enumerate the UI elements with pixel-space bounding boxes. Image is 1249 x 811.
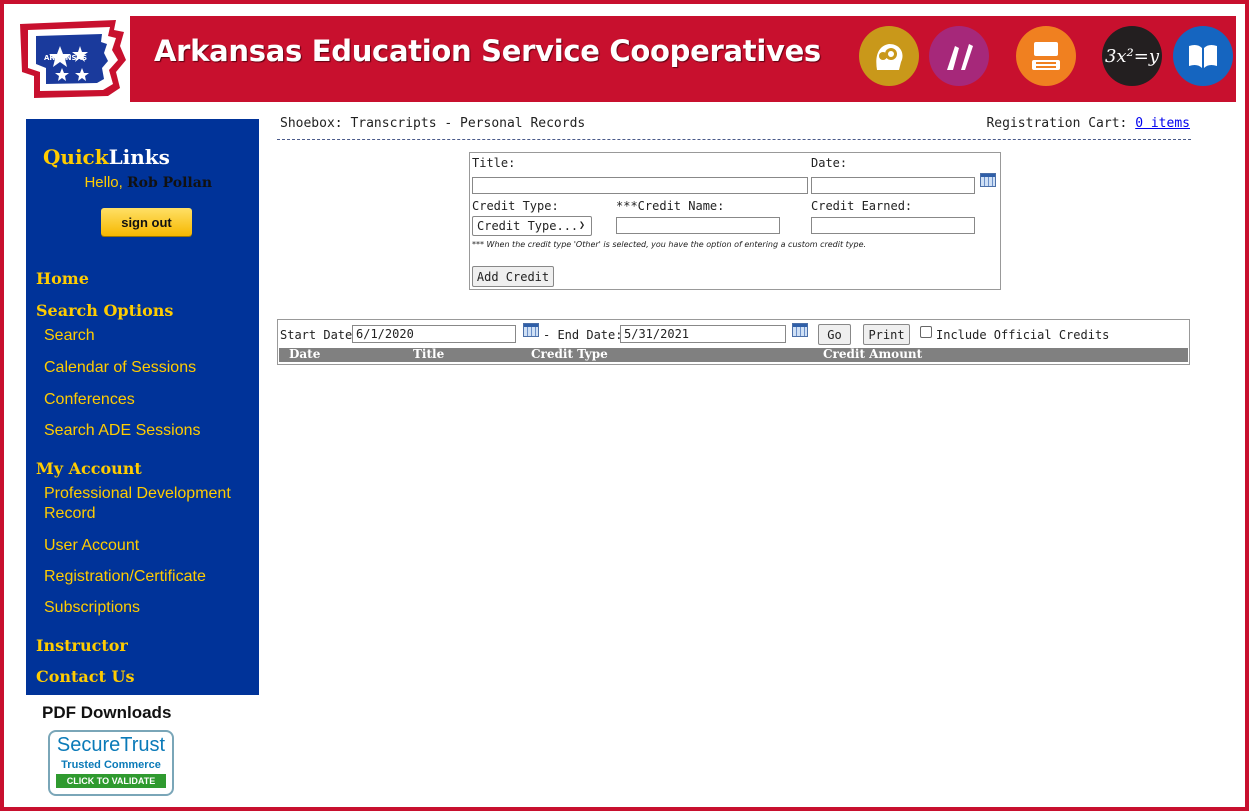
column-credit-type: Credit Type — [531, 347, 608, 361]
breadcrumb-text: Shoebox: Transcripts - Personal Records — [280, 116, 586, 131]
date-input[interactable] — [811, 177, 975, 194]
credit-type-note: *** When the credit type 'Other' is sele… — [472, 240, 867, 249]
quicklinks-heading: QuickLinks — [43, 145, 170, 169]
end-date-input[interactable]: 5/31/2021 — [620, 325, 786, 343]
sidebar-item-conferences[interactable]: Conferences — [44, 390, 135, 410]
user-name: Rob Pollan — [126, 175, 212, 191]
brain-gears-icon[interactable] — [859, 26, 919, 86]
securetrust-badge[interactable]: SecureTrust Trusted Commerce CLICK TO VA… — [48, 730, 174, 796]
cart-items-link[interactable]: 0 items — [1135, 116, 1190, 131]
sidebar-item-pd-record[interactable]: Professional Development Record — [44, 484, 231, 524]
site-title: Arkansas Education Service Cooperatives — [154, 34, 821, 68]
credit-earned-label: Credit Earned: — [811, 199, 913, 213]
sign-out-button[interactable]: sign out — [101, 208, 192, 236]
quicklinks-part1: Quick — [43, 145, 109, 169]
date-label: Date: — [811, 156, 848, 170]
column-credit-amount: Credit Amount — [823, 347, 923, 361]
end-date-label: - End Date: — [543, 328, 623, 342]
credit-type-select[interactable]: Credit Type... ❯ — [472, 216, 592, 236]
securetrust-validate: CLICK TO VALIDATE — [56, 774, 166, 788]
sidebar-item-instructor[interactable]: Instructor — [36, 636, 128, 655]
math-text: 3x²=y — [1104, 45, 1160, 67]
column-title: Title — [413, 347, 445, 361]
pdf-downloads-link[interactable]: PDF Downloads — [42, 703, 171, 723]
go-button[interactable]: Go — [818, 324, 851, 345]
sidebar-item-calendar[interactable]: Calendar of Sessions — [44, 358, 196, 378]
start-date-label: Start Date — [280, 328, 353, 342]
transcript-filter: Start Date 6/1/2020 - End Date: 5/31/202… — [277, 319, 1190, 365]
securetrust-title: SecureTrust — [56, 734, 166, 756]
results-table-header: Date Title Credit Type Credit Amount — [279, 347, 1188, 362]
hello-text: Hello, — [84, 174, 123, 191]
sidebar-heading-search-options[interactable]: Search Options — [36, 301, 173, 320]
sidebar-item-search-ade[interactable]: Search ADE Sessions — [44, 421, 201, 441]
quicklinks-part2: Links — [108, 145, 170, 169]
add-credit-button[interactable]: Add Credit — [472, 266, 554, 287]
pd-record-line1: Professional Development — [44, 485, 231, 502]
sidebar-heading-my-account[interactable]: My Account — [36, 459, 142, 478]
svg-text:ARKANSAS: ARKANSAS — [44, 54, 87, 62]
credit-type-selected: Credit Type... — [477, 219, 579, 233]
art-brush-icon[interactable] — [929, 26, 989, 86]
credit-name-label: ***Credit Name: — [616, 199, 725, 213]
sidebar: QuickLinks Hello, Rob Pollan sign out Ho… — [26, 119, 259, 695]
registration-cart: Registration Cart: 0 items — [986, 116, 1190, 131]
site-header: ARKANSAS Arkansas Education Service Coop… — [16, 16, 1236, 102]
column-date: Date — [289, 347, 321, 361]
add-credit-form: Title: Date: Credit Type: ***Credit Name… — [469, 152, 1001, 290]
credit-type-label: Credit Type: — [472, 199, 559, 213]
sidebar-item-registration[interactable]: Registration/Certificate — [44, 567, 206, 587]
sidebar-item-subscriptions[interactable]: Subscriptions — [44, 598, 140, 618]
print-button[interactable]: Print — [863, 324, 910, 345]
credit-name-input[interactable] — [616, 217, 780, 234]
calendar-icon[interactable] — [980, 173, 996, 187]
arkansas-logo[interactable]: ARKANSAS — [16, 16, 130, 102]
sidebar-item-home[interactable]: Home — [36, 269, 89, 288]
credit-earned-input[interactable] — [811, 217, 975, 234]
sidebar-item-user-account[interactable]: User Account — [44, 536, 139, 556]
title-label: Title: — [472, 156, 516, 170]
computer-icon[interactable] — [1016, 26, 1076, 86]
pd-record-line2: Record — [44, 505, 96, 522]
include-official-label: Include Official Credits — [936, 328, 1110, 342]
math-icon[interactable]: 3x²=y — [1102, 26, 1162, 86]
end-calendar-icon[interactable] — [792, 323, 808, 337]
sidebar-item-contact-us[interactable]: Contact Us — [36, 667, 134, 686]
sidebar-item-search[interactable]: Search — [44, 326, 95, 346]
breadcrumb: Shoebox: Transcripts - Personal Records … — [277, 116, 1191, 140]
cart-label: Registration Cart: — [986, 116, 1128, 131]
book-icon[interactable] — [1173, 26, 1233, 86]
securetrust-subtitle: Trusted Commerce — [61, 759, 161, 771]
start-calendar-icon[interactable] — [523, 323, 539, 337]
include-official-checkbox[interactable] — [920, 326, 932, 338]
greeting: Hello, Rob Pollan — [26, 174, 212, 191]
chevron-down-icon: ❯ — [578, 220, 585, 231]
start-date-input[interactable]: 6/1/2020 — [352, 325, 516, 343]
page-frame: ARKANSAS Arkansas Education Service Coop… — [0, 0, 1249, 811]
title-input[interactable] — [472, 177, 808, 194]
